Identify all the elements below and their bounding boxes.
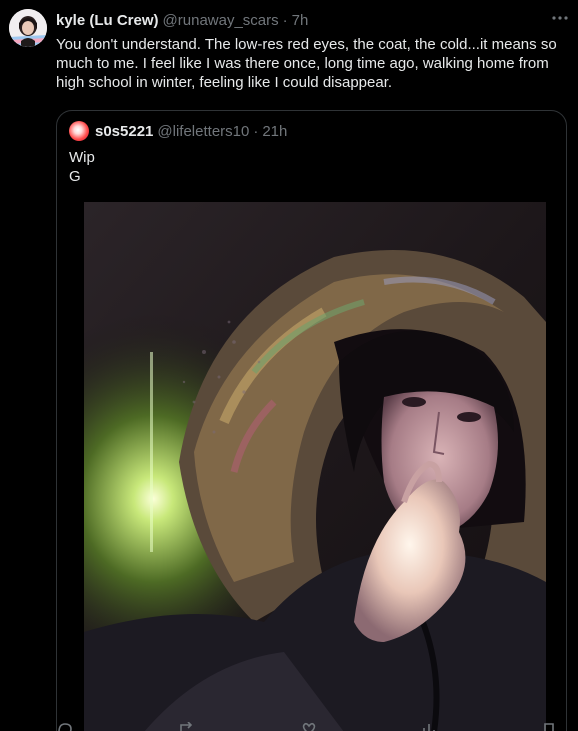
- more-horizontal-icon: [552, 16, 568, 20]
- author-name[interactable]: kyle (Lu Crew): [56, 12, 159, 29]
- quoted-author-avatar[interactable]: [69, 121, 89, 141]
- reply-button[interactable]: [56, 722, 74, 731]
- tweet-time[interactable]: 7h: [292, 12, 309, 29]
- action-bar: [56, 722, 556, 731]
- quoted-line-1: Wip: [69, 149, 95, 166]
- views-button[interactable]: [421, 722, 439, 731]
- bookmark-icon: [544, 723, 554, 731]
- separator-dot: ·: [253, 122, 259, 140]
- quoted-media-image[interactable]: [84, 202, 546, 731]
- like-button[interactable]: [300, 722, 318, 731]
- reply-icon: [58, 723, 72, 731]
- quoted-author-handle[interactable]: @lifeletters10: [157, 123, 249, 140]
- author-handle[interactable]: @runaway_scars: [163, 12, 279, 29]
- separator-dot: ·: [282, 11, 288, 29]
- quoted-tweet[interactable]: s0s5221 @lifeletters10 · 21h Wip G: [56, 110, 567, 731]
- tweet[interactable]: kyle (Lu Crew) @runaway_scars · 7h You d…: [0, 0, 578, 731]
- quoted-author-name[interactable]: s0s5221: [95, 123, 153, 140]
- quoted-tweet-header: s0s5221 @lifeletters10 · 21h: [69, 121, 287, 141]
- tweet-header: kyle (Lu Crew) @runaway_scars · 7h: [56, 10, 568, 30]
- bookmark-button[interactable]: [542, 722, 556, 731]
- artwork-image: [84, 202, 546, 731]
- quoted-line-2: G: [69, 168, 81, 185]
- more-options-button[interactable]: [548, 8, 572, 28]
- quoted-tweet-text: Wip G: [69, 148, 95, 186]
- author-avatar[interactable]: [9, 9, 47, 47]
- tweet-text: You don't understand. The low-res red ey…: [56, 36, 557, 91]
- repost-button[interactable]: [177, 722, 197, 731]
- avatar-image: [9, 9, 47, 47]
- like-icon: [302, 722, 316, 731]
- views-icon: [423, 724, 435, 731]
- repost-icon: [180, 722, 193, 731]
- quoted-tweet-time[interactable]: 21h: [262, 123, 287, 140]
